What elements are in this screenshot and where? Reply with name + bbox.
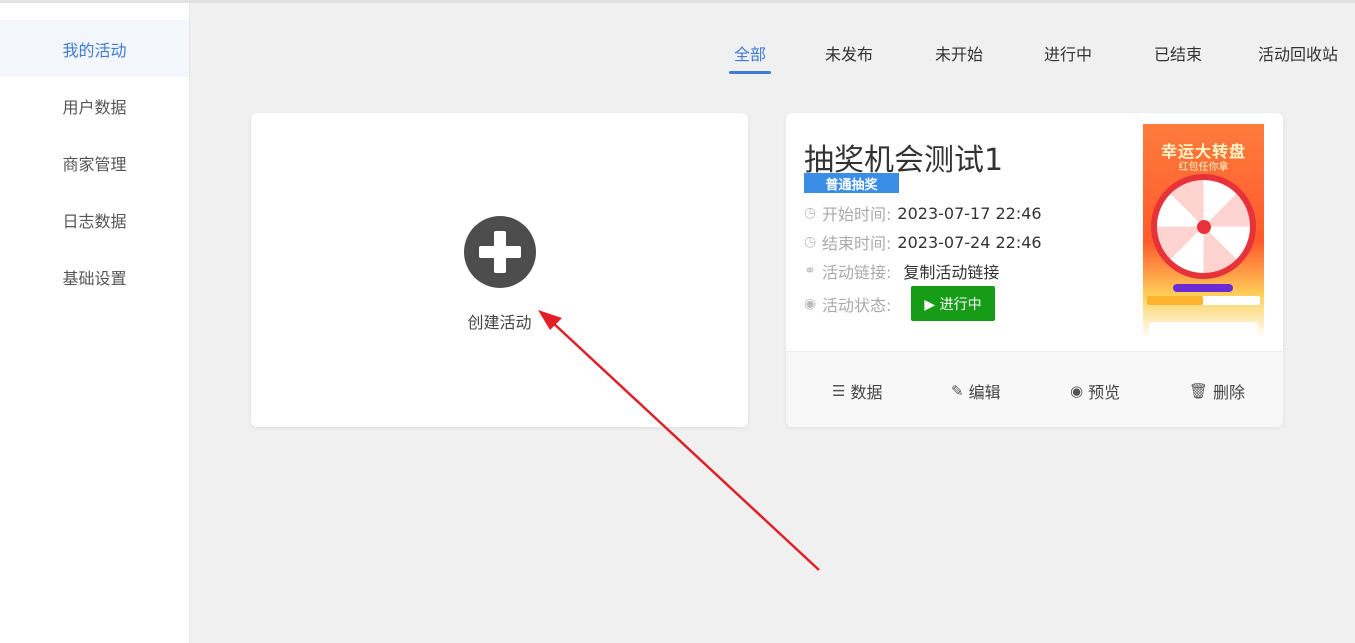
data-button-label: 数据	[850, 383, 883, 402]
start-time-value: 2023-07-17 22:46	[897, 203, 1042, 223]
eye-icon: ◉	[1070, 382, 1084, 400]
start-time-label: 开始时间:	[822, 205, 892, 224]
poster-button-graphic	[1173, 284, 1233, 292]
sidebar-item-my-activities[interactable]: 我的活动	[0, 20, 189, 77]
create-activity-card[interactable]: 创建活动	[251, 113, 748, 427]
wheel-center	[1197, 220, 1211, 234]
sidebar: 我的活动 用户数据 商家管理 日志数据 基础设置	[0, 3, 190, 643]
activity-type-badge: 普通抽奖	[804, 173, 899, 193]
poster-tabs-graphic	[1147, 296, 1260, 305]
activity-status-row: ◉ 活动状态: ▶ 进行中	[804, 286, 995, 321]
poster-footer-graphic	[1149, 322, 1258, 338]
list-icon: ☰	[832, 382, 846, 400]
active-tab-indicator	[729, 71, 771, 74]
data-button[interactable]: ☰ 数据	[832, 379, 882, 403]
sidebar-item-label: 用户数据	[62, 97, 127, 117]
preview-button[interactable]: ◉ 预览	[1070, 379, 1120, 403]
preview-button-label: 预览	[1088, 383, 1121, 402]
tab-not-started[interactable]: 未开始	[935, 41, 983, 65]
sidebar-item-label: 日志数据	[62, 211, 127, 231]
end-time-value: 2023-07-24 22:46	[897, 232, 1042, 252]
copy-link-button[interactable]: 复制活动链接	[903, 259, 999, 283]
sidebar-item-user-data[interactable]: 用户数据	[0, 77, 189, 134]
tab-all[interactable]: 全部	[734, 41, 766, 65]
sidebar-item-label: 我的活动	[62, 40, 127, 60]
activity-status-label: 活动状态:	[822, 295, 892, 315]
plus-circle-icon[interactable]	[464, 216, 536, 288]
tab-recycle-bin[interactable]: 活动回收站	[1258, 41, 1338, 65]
sidebar-item-label: 基础设置	[62, 268, 127, 288]
sidebar-item-label: 商家管理	[62, 154, 127, 174]
trash-icon: 🗑	[1189, 382, 1209, 400]
sidebar-item-log-data[interactable]: 日志数据	[0, 191, 189, 248]
play-circle-icon: ◉	[804, 295, 817, 312]
end-time-row: ◷ 结束时间: 2023-07-24 22:46	[804, 230, 1042, 254]
delete-button-label: 删除	[1213, 383, 1246, 402]
clock-icon: ◷	[804, 205, 817, 221]
activity-link-row: ⚭ 活动链接: 复制活动链接	[804, 259, 999, 283]
edit-button-label: 编辑	[968, 383, 1001, 402]
edit-icon: ✎	[951, 382, 964, 400]
activity-link-label: 活动链接:	[822, 263, 892, 282]
top-border	[0, 0, 1355, 3]
start-time-row: ◷ 开始时间: 2023-07-17 22:46	[804, 201, 1042, 225]
status-in-progress-button[interactable]: ▶ 进行中	[911, 286, 995, 321]
sidebar-item-basic-settings[interactable]: 基础设置	[0, 248, 189, 305]
activity-card: 抽奖机会测试1 普通抽奖 ◷ 开始时间: 2023-07-17 22:46 ◷ …	[786, 113, 1283, 427]
link-icon: ⚭	[804, 263, 816, 279]
tab-in-progress[interactable]: 进行中	[1044, 41, 1092, 65]
activity-actions-bar: ☰ 数据 ✎ 编辑 ◉ 预览 🗑 删除	[786, 351, 1283, 427]
delete-button[interactable]: 🗑 删除	[1189, 379, 1245, 403]
edit-button[interactable]: ✎ 编辑	[951, 379, 1001, 403]
activity-poster-thumbnail: 幸运大转盘 红包任你拿	[1143, 124, 1264, 338]
poster-subtitle: 红包任你拿	[1178, 162, 1229, 173]
end-time-label: 结束时间:	[822, 234, 892, 253]
sidebar-item-merchant-management[interactable]: 商家管理	[0, 134, 189, 191]
create-activity-label[interactable]: 创建活动	[251, 309, 748, 333]
prize-wheel-graphic	[1151, 174, 1256, 279]
tab-unpublished[interactable]: 未发布	[825, 41, 873, 65]
tab-ended[interactable]: 已结束	[1154, 41, 1202, 65]
clock-icon: ◷	[804, 234, 817, 250]
